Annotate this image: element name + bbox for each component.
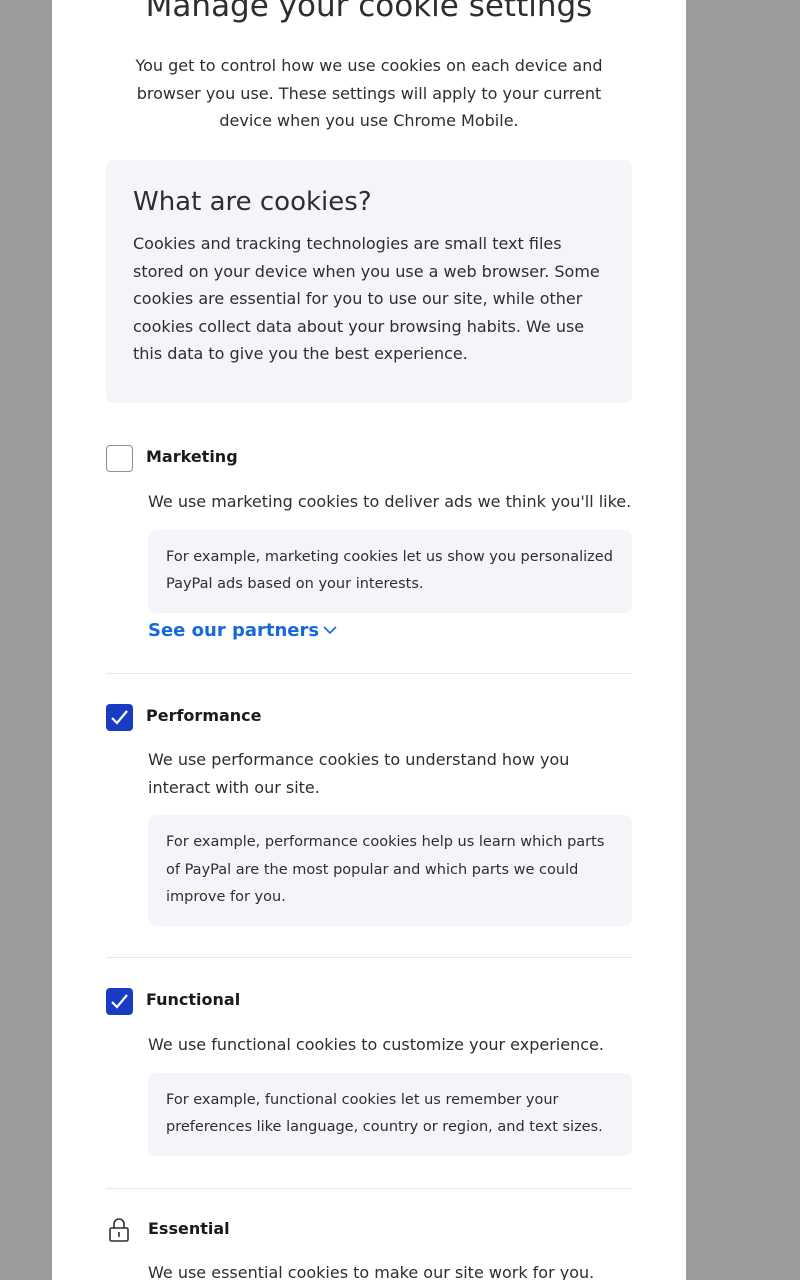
info-body: Cookies and tracking technologies are sm… [133,234,600,364]
checkmark-icon [111,710,128,725]
category-example: For example, functional cookies let us r… [148,1072,632,1156]
functional-checkbox[interactable] [106,988,133,1015]
category-description: We use performance cookies to understand… [148,750,570,797]
category-performance: Performance We use performance cookies t… [106,704,632,926]
divider [106,673,632,674]
category-example: For example, marketing cookies let us sh… [148,529,632,613]
info-heading: What are cookies? [133,187,372,217]
category-example: For example, performance cookies help us… [148,815,632,926]
category-name: Marketing [146,447,238,466]
page-subtitle: You get to control how we use cookies on… [135,56,603,130]
see-our-partners-label: See our partners [148,619,320,641]
chevron-down-icon [323,626,337,635]
what-are-cookies-box: What are cookies? Cookies and tracking t… [106,160,632,403]
category-description: We use marketing cookies to deliver ads … [148,492,632,511]
category-description: We use functional cookies to customize y… [148,1035,604,1054]
performance-checkbox[interactable] [106,704,133,731]
divider [106,957,632,958]
cookie-settings-modal: Manage your cookie settings You get to c… [52,0,686,1280]
marketing-checkbox[interactable] [106,445,133,472]
category-description: We use essential cookies to make our sit… [148,1263,595,1280]
page-title: Manage your cookie settings [145,0,593,24]
checkmark-icon [111,994,128,1009]
category-name: Functional [146,990,241,1009]
category-name: Essential [148,1219,230,1238]
see-our-partners-link[interactable]: See our partners [148,620,337,641]
category-essential: Essential We use essential cookies to ma… [106,1217,632,1280]
divider [106,1188,632,1189]
lock-icon [109,1218,129,1242]
category-functional: Functional We use functional cookies to … [106,988,632,1156]
category-name: Performance [146,706,262,725]
category-marketing: Marketing We use marketing cookies to de… [106,445,632,641]
